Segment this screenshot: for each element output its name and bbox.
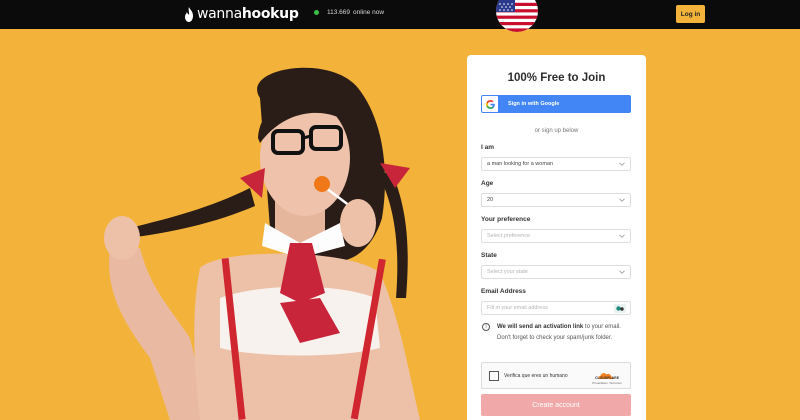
- notice-bold: We will send an activation link: [497, 324, 584, 330]
- email-label: Email Address: [481, 288, 526, 295]
- flame-icon: [185, 6, 193, 22]
- iam-value: a man looking for a woman: [487, 161, 554, 167]
- state-placeholder: Select your state: [487, 269, 528, 275]
- google-signin-button[interactable]: Sign in with Google: [481, 95, 631, 113]
- hero-image: [104, 67, 420, 420]
- chevron-down-icon: [619, 162, 625, 166]
- preference-select[interactable]: Select preference: [481, 229, 631, 243]
- captcha-checkbox[interactable]: [489, 371, 499, 381]
- login-button[interactable]: Log in: [676, 5, 705, 23]
- state-label: State: [481, 252, 497, 259]
- captcha-label: Verifica que eres un humano: [504, 373, 568, 379]
- chevron-down-icon: [619, 198, 625, 202]
- logo-text-bold: hookup: [241, 6, 299, 22]
- online-count: 113.669: [327, 9, 351, 16]
- preference-placeholder: Select preference: [487, 233, 531, 239]
- email-placeholder: Fill in your email address: [487, 305, 548, 311]
- age-label: Age: [481, 180, 494, 187]
- cloudflare-logo: CLOUDFLARE Privacidad • Términos: [591, 367, 623, 387]
- info-icon: i: [482, 323, 490, 331]
- site-logo[interactable]: wannahookup: [183, 6, 299, 22]
- chevron-down-icon: [619, 234, 625, 238]
- iam-label: I am: [481, 144, 495, 151]
- online-status: 113.669 online now: [314, 9, 384, 16]
- activation-notice: We will send an activation link to your …: [497, 322, 631, 344]
- hero-hand-left: [104, 216, 140, 260]
- logo-text-light: wanna: [197, 6, 242, 22]
- hero-hand-right: [340, 199, 376, 247]
- us-flag-icon[interactable]: [496, 0, 538, 32]
- preference-label: Your preference: [481, 216, 531, 223]
- cloudflare-links[interactable]: Privacidad • Términos: [591, 381, 623, 385]
- top-bar: wannahookup 113.669 online now Log in: [0, 0, 800, 32]
- signup-title: 100% Free to Join: [507, 72, 606, 84]
- chevron-down-icon: [619, 270, 625, 274]
- online-label: online now: [353, 9, 385, 16]
- hero-lollipop: [314, 176, 330, 192]
- logo-text: wannahookup: [197, 6, 299, 22]
- age-select[interactable]: 20: [481, 193, 631, 207]
- state-select[interactable]: Select your state: [481, 265, 631, 279]
- captcha-widget: Verifica que eres un humano CLOUDFLARE P…: [481, 362, 631, 389]
- google-icon: [482, 96, 498, 112]
- iam-select[interactable]: a man looking for a woman: [481, 157, 631, 171]
- cloudflare-text: CLOUDFLARE: [594, 376, 620, 380]
- google-signin-label: Sign in with Google: [508, 101, 560, 107]
- email-helper-icon[interactable]: [614, 304, 626, 313]
- hero-braid-left: [128, 188, 255, 238]
- online-status-dot: [314, 10, 319, 15]
- age-value: 20: [487, 197, 494, 203]
- create-account-button[interactable]: Create account: [481, 394, 631, 416]
- or-signup-text: or sign up below: [534, 128, 579, 134]
- email-field[interactable]: Fill in your email address: [481, 301, 631, 315]
- signup-card: 100% Free to Join Sign in with Google or…: [467, 55, 646, 420]
